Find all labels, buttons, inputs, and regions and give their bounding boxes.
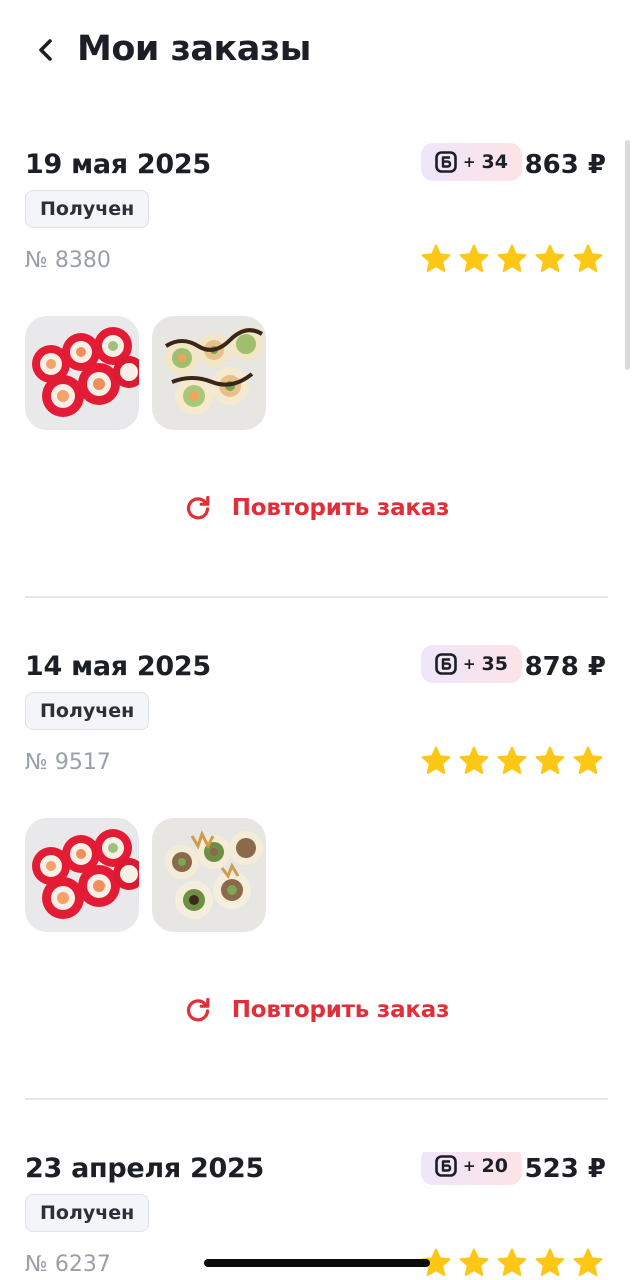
rating-stars [420, 745, 604, 777]
home-indicator[interactable] [204, 1259, 430, 1267]
order-date: 19 мая 2025 [25, 149, 211, 180]
status-badge: Получен [25, 190, 150, 228]
bonus-plus: + [462, 655, 476, 673]
refresh-icon [184, 996, 212, 1024]
order-items [25, 818, 266, 932]
divider [25, 1098, 608, 1100]
bonus-plus: + [462, 153, 476, 171]
order-date: 14 мая 2025 [25, 651, 211, 682]
divider [25, 596, 608, 598]
order-date: 23 апреля 2025 [25, 1153, 264, 1184]
star-icon[interactable] [420, 243, 452, 275]
star-icon[interactable] [534, 1247, 566, 1279]
order-price: 523 ₽ [524, 1154, 606, 1184]
star-icon[interactable] [420, 745, 452, 777]
star-icon[interactable] [458, 745, 490, 777]
star-icon[interactable] [496, 243, 528, 275]
star-icon[interactable] [496, 745, 528, 777]
star-icon[interactable] [572, 243, 604, 275]
order-items [25, 316, 266, 430]
star-icon[interactable] [534, 745, 566, 777]
bonus-value: 34 [481, 151, 508, 173]
page-title: Мои заказы [77, 29, 311, 69]
bonus-badge: + 34 [420, 143, 522, 181]
refresh-icon [184, 494, 212, 522]
star-icon[interactable] [572, 745, 604, 777]
star-icon[interactable] [496, 1247, 528, 1279]
star-icon[interactable] [458, 1247, 490, 1279]
star-icon[interactable] [458, 243, 490, 275]
bonus-badge: + 20 [420, 1152, 522, 1185]
product-image-red-roll[interactable] [25, 818, 139, 932]
bonus-b-icon [435, 653, 457, 675]
order-number: № 9517 [25, 750, 111, 775]
scrollbar[interactable] [625, 140, 630, 370]
product-image-onion-roll[interactable] [152, 818, 266, 932]
repeat-order-label: Повторить заказ [231, 495, 450, 521]
status-badge: Получен [25, 692, 150, 730]
order-price: 863 ₽ [524, 150, 606, 180]
chevron-left-icon[interactable] [30, 30, 66, 70]
status-badge: Получен [25, 1194, 150, 1232]
star-icon[interactable] [534, 243, 566, 275]
repeat-order-button[interactable]: Повторить заказ [0, 488, 633, 528]
bonus-badge: + 35 [420, 645, 522, 683]
rating-stars [420, 1247, 604, 1279]
bonus-value: 35 [481, 653, 508, 675]
order-price: 878 ₽ [524, 652, 606, 682]
product-image-cheese-roll[interactable] [152, 316, 266, 430]
repeat-order-label: Повторить заказ [231, 997, 450, 1023]
bonus-value: 20 [481, 1155, 508, 1177]
bonus-b-icon [435, 151, 457, 173]
bonus-b-icon [435, 1155, 457, 1177]
header: Мои заказы [0, 0, 633, 100]
order-card[interactable]: 19 мая 2025 + 34 863 ₽ Получен № 8380 По… [0, 143, 633, 628]
product-image-red-roll[interactable] [25, 316, 139, 430]
repeat-order-button[interactable]: Повторить заказ [0, 990, 633, 1030]
rating-stars [420, 243, 604, 275]
order-number: № 6237 [25, 1252, 111, 1277]
order-number: № 8380 [25, 248, 111, 273]
star-icon[interactable] [572, 1247, 604, 1279]
bonus-plus: + [462, 1157, 476, 1175]
order-card[interactable]: 14 мая 2025 + 35 878 ₽ Получен № 9517 По… [0, 645, 633, 1130]
